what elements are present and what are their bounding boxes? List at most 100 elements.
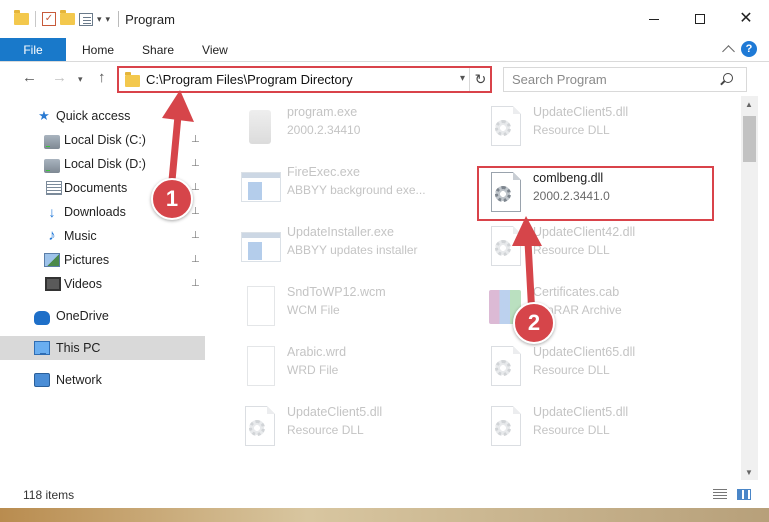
scroll-up-icon[interactable]: ▲: [745, 100, 753, 109]
exe-icon: [239, 226, 281, 270]
scroll-down-icon[interactable]: ▼: [745, 468, 753, 477]
sidebar-item-label: OneDrive: [56, 309, 109, 323]
scroll-thumb[interactable]: [743, 116, 756, 162]
sidebar-item-videos[interactable]: Videos ⊥: [0, 272, 205, 296]
file-tile[interactable]: UpdateClient5.dll Resource DLL: [231, 402, 481, 458]
file-tile[interactable]: UpdateInstaller.exe ABBYY updates instal…: [231, 222, 481, 278]
sidebar-item-label: Local Disk (C:): [64, 133, 146, 147]
tab-share[interactable]: Share: [128, 38, 188, 61]
large-icons-view-icon[interactable]: [737, 489, 751, 500]
file-name: UpdateClient5.dll: [533, 105, 629, 119]
file-tile[interactable]: Arabic.wrd WRD File: [231, 342, 481, 398]
maximize-icon: [695, 14, 705, 24]
properties-check-icon[interactable]: ✓: [42, 12, 56, 26]
file-list: program.exe 2000.2.34410 UpdateClient5.d…: [205, 96, 741, 480]
file-description: 2000.2.34410: [287, 123, 361, 137]
title-divider: [118, 11, 120, 27]
maximize-button[interactable]: [677, 0, 723, 38]
pictures-icon: [44, 253, 60, 267]
customize-toolbar-icon[interactable]: ▾: [106, 14, 111, 25]
file-tile[interactable]: UpdateClient5.dll Resource DLL: [477, 402, 727, 458]
step-2-badge: 2: [513, 302, 555, 344]
drive-icon: [44, 134, 60, 149]
item-count: 118 items: [23, 488, 75, 502]
star-icon: ★: [38, 108, 50, 123]
status-bar: 118 items: [0, 480, 769, 508]
quick-access-toolbar: ✓ ▾ ▾: [0, 10, 111, 27]
help-icon[interactable]: ?: [741, 41, 757, 57]
sidebar-item-music[interactable]: ♪ Music ⊥: [0, 224, 205, 248]
music-icon: ♪: [48, 227, 56, 244]
file-tile[interactable]: UpdateClient5.dll Resource DLL: [477, 102, 727, 158]
file-description: WRD File: [287, 363, 339, 377]
file-name: program.exe: [287, 105, 358, 119]
sidebar-item-label: Videos: [64, 277, 102, 291]
ribbon-right-controls: ?: [722, 41, 757, 58]
sidebar-item-label: Pictures: [64, 253, 110, 267]
sidebar-item-this-pc[interactable]: This PC: [0, 336, 205, 360]
sidebar-item-label: Quick access: [56, 109, 131, 123]
recent-locations-icon[interactable]: ▾: [78, 74, 83, 85]
file-name: UpdateInstaller.exe: [287, 225, 395, 239]
videos-icon: [45, 277, 61, 291]
file-highlight-box: [477, 166, 714, 221]
search-icon[interactable]: [723, 73, 733, 83]
sidebar-item-pictures[interactable]: Pictures ⊥: [0, 248, 205, 272]
file-description: ABBYY background exe...: [287, 183, 426, 197]
pin-icon: ⊥: [191, 278, 200, 289]
dll-icon: [485, 106, 525, 150]
file-name: SndToWP12.wcm: [287, 285, 386, 299]
address-highlight-box: [117, 66, 492, 93]
up-arrow-icon[interactable]: ↑: [98, 69, 106, 86]
sidebar-item-network[interactable]: Network: [0, 368, 205, 392]
dll-icon: [239, 406, 279, 450]
collapse-ribbon-icon[interactable]: [722, 45, 735, 58]
file-description: WCM File: [287, 303, 340, 317]
sidebar-item-label: Documents: [64, 181, 128, 195]
folder-icon: [14, 10, 29, 25]
details-view-icon[interactable]: [713, 489, 727, 500]
network-icon: [34, 373, 50, 387]
pin-icon: ⊥: [191, 230, 200, 241]
tab-file[interactable]: File: [0, 38, 66, 61]
title-bar: ✓ ▾ ▾ Program ✕: [0, 0, 769, 38]
sidebar-item-label: Downloads: [64, 205, 126, 219]
forward-arrow-icon[interactable]: →: [52, 69, 67, 86]
drive-icon: [44, 158, 60, 173]
close-button[interactable]: ✕: [723, 0, 769, 38]
file-description: Resource DLL: [287, 423, 364, 437]
cloud-icon: [34, 310, 50, 325]
chevron-down-icon[interactable]: ▾: [97, 14, 102, 25]
file-tile[interactable]: FireExec.exe ABBYY background exe...: [231, 162, 481, 218]
search-input[interactable]: [503, 67, 747, 92]
file-tile[interactable]: SndToWP12.wcm WCM File: [231, 282, 481, 338]
file-icon: [239, 346, 279, 390]
file-description: Resource DLL: [533, 363, 610, 377]
dll-icon: [485, 406, 525, 450]
file-name: UpdateClient5.dll: [287, 405, 383, 419]
properties-icon[interactable]: [79, 12, 93, 26]
window-title: Program: [125, 11, 175, 27]
back-arrow-icon[interactable]: ←: [22, 69, 37, 86]
tab-view[interactable]: View: [188, 38, 242, 61]
file-description: ABBYY updates installer: [287, 243, 418, 257]
tab-home[interactable]: Home: [68, 38, 128, 61]
sidebar-item-label: Local Disk (D:): [64, 157, 146, 171]
sidebar-item-label: Music: [64, 229, 97, 243]
program-icon: [239, 106, 279, 150]
file-name: FireExec.exe: [287, 165, 360, 179]
sidebar-item-label: Network: [56, 373, 102, 387]
file-name: Arabic.wrd: [287, 345, 347, 359]
file-icon: [239, 286, 279, 330]
file-tile[interactable]: UpdateClient65.dll Resource DLL: [477, 342, 727, 398]
close-icon: ✕: [739, 10, 753, 27]
file-name: UpdateClient5.dll: [533, 405, 629, 419]
toolbar-divider: [35, 11, 36, 27]
sidebar-item-onedrive[interactable]: OneDrive: [0, 304, 205, 328]
vertical-scrollbar[interactable]: ▲ ▼: [741, 96, 758, 480]
new-folder-icon[interactable]: [60, 10, 75, 25]
sidebar-item-label: This PC: [56, 341, 101, 355]
file-name: UpdateClient65.dll: [533, 345, 636, 359]
file-tile[interactable]: program.exe 2000.2.34410: [231, 102, 481, 158]
minimize-button[interactable]: [631, 0, 677, 38]
